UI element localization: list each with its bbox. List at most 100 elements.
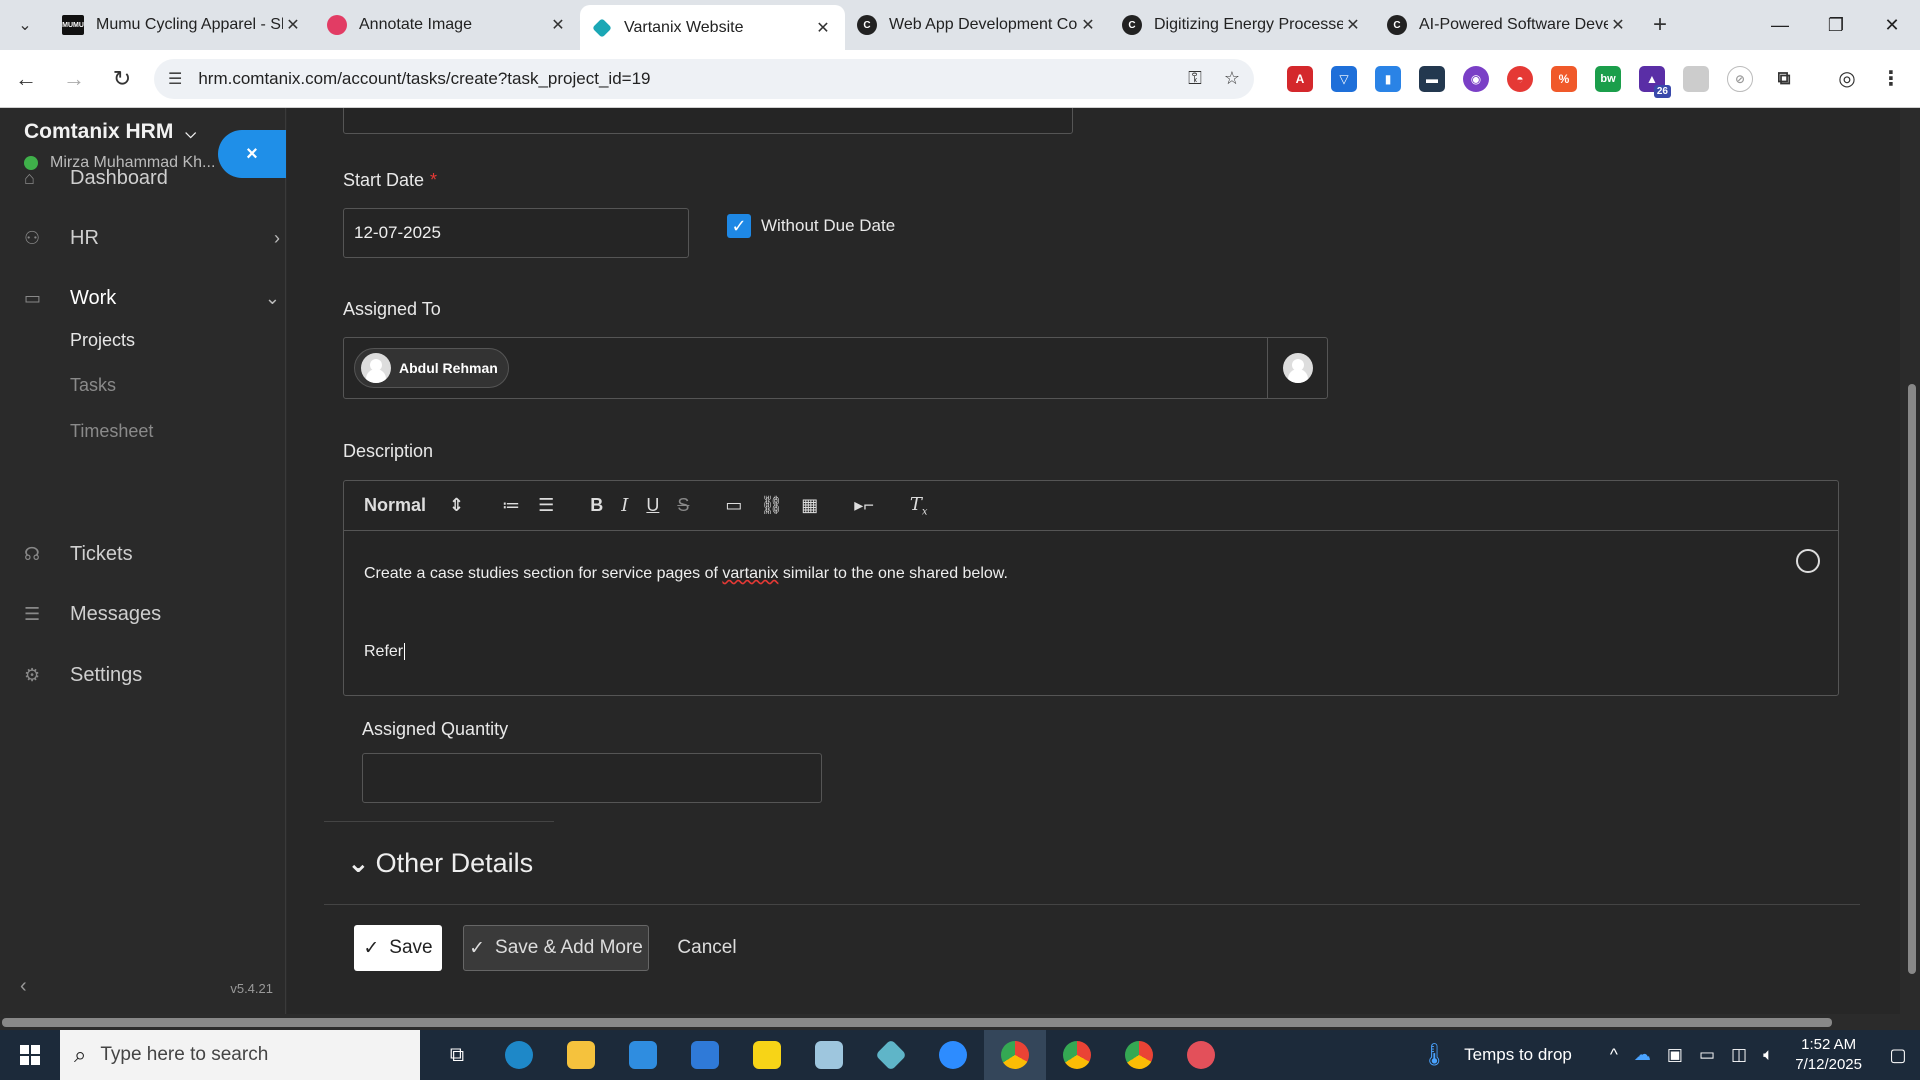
edge-icon[interactable] xyxy=(488,1030,550,1080)
browser-tab[interactable]: C AI-Powered Software Deve ✕ xyxy=(1375,5,1640,45)
task-view-icon[interactable]: ⧉ xyxy=(426,1030,488,1080)
underline-icon[interactable]: U xyxy=(646,495,659,516)
browser-tab-active[interactable]: Vartanix Website ✕ xyxy=(580,5,845,50)
without-due-date-checkbox[interactable]: ✓ xyxy=(727,214,751,238)
assigned-quantity-input[interactable] xyxy=(362,753,822,803)
store-icon[interactable] xyxy=(612,1030,674,1080)
pdf-extension-icon[interactable]: A xyxy=(1287,65,1313,92)
clock[interactable]: 1:52 AM 7/12/2025 xyxy=(1795,1035,1862,1075)
compass-extension-icon[interactable]: ⊘ xyxy=(1727,65,1753,92)
sidebar-item-dashboard[interactable]: ⌂ Dashboard xyxy=(0,166,286,190)
zoom-icon[interactable] xyxy=(922,1030,984,1080)
close-window-icon[interactable]: ✕ xyxy=(1864,0,1920,50)
brand[interactable]: Comtanix HRM ⌵ xyxy=(24,120,196,144)
tab-close-icon[interactable]: ✕ xyxy=(1608,15,1628,35)
sidebar-item-tickets[interactable]: ☊ Tickets xyxy=(0,542,286,566)
bw-extension-icon[interactable]: bw xyxy=(1595,65,1621,92)
browser-tab[interactable]: MUMU Mumu Cycling Apparel - Sl ✕ xyxy=(50,5,315,45)
sidebar-item-messages[interactable]: ☰ Messages xyxy=(0,602,286,626)
restore-icon[interactable]: ❐ xyxy=(1808,0,1864,50)
url-text[interactable]: hrm.comtanix.com/account/tasks/create?ta… xyxy=(198,69,1166,89)
bookmark-star-icon[interactable]: ☆ xyxy=(1224,68,1240,89)
volume-icon[interactable]: 🔈︎ xyxy=(1763,1045,1773,1065)
minimize-icon[interactable]: — xyxy=(1752,0,1808,50)
forward-icon[interactable]: → xyxy=(52,57,96,101)
percent-extension-icon[interactable]: % xyxy=(1551,65,1577,92)
file-explorer-icon[interactable] xyxy=(550,1030,612,1080)
collapse-sidebar-icon[interactable]: ‹ xyxy=(20,975,27,998)
chevron-up-icon[interactable]: ^ xyxy=(1610,1045,1618,1065)
scroll-thumb[interactable] xyxy=(1908,384,1916,974)
weather-text[interactable]: Temps to drop xyxy=(1464,1045,1572,1065)
puzzle-icon[interactable]: ⧉ xyxy=(1771,65,1797,92)
previous-field[interactable] xyxy=(343,108,1073,134)
taskbar-search[interactable]: ⌕ Type here to search xyxy=(60,1030,420,1080)
link-icon[interactable]: ⛓ xyxy=(760,495,783,516)
site-info-icon[interactable]: ☰ xyxy=(168,69,182,89)
sticky-notes-icon[interactable] xyxy=(736,1030,798,1080)
meet-now-icon[interactable]: ▣ xyxy=(1667,1045,1683,1065)
table-icon[interactable]: ▦ xyxy=(801,495,818,516)
menu-icon[interactable]: ⋮ xyxy=(1878,65,1904,92)
color-extension-icon[interactable]: ◉ xyxy=(1463,65,1489,92)
chrome-profile-icon[interactable] xyxy=(1108,1030,1170,1080)
tab-search-icon[interactable]: ⌄ xyxy=(0,0,50,50)
diamond-app-icon[interactable] xyxy=(860,1030,922,1080)
strike-icon[interactable]: S xyxy=(677,495,689,516)
new-tab-icon[interactable]: + xyxy=(1640,5,1680,45)
sidebar-subitem-timesheet[interactable]: Timesheet xyxy=(70,421,153,442)
tab-close-icon[interactable]: ✕ xyxy=(548,15,568,35)
shield-extension-icon[interactable]: ▽ xyxy=(1331,65,1357,92)
reload-icon[interactable]: ↻ xyxy=(100,57,144,101)
scroll-thumb[interactable] xyxy=(2,1018,1832,1027)
tab-close-icon[interactable]: ✕ xyxy=(1343,15,1363,35)
sidebar-item-settings[interactable]: ⚙ Settings xyxy=(0,663,286,687)
grey-extension-icon[interactable] xyxy=(1683,65,1709,92)
profile-icon[interactable]: ◎ xyxy=(1834,65,1860,92)
assignee-chip[interactable]: Abdul Rehman xyxy=(354,348,509,388)
cancel-button[interactable]: Cancel xyxy=(667,925,747,971)
sidebar-subitem-tasks[interactable]: Tasks xyxy=(70,375,116,396)
sidebar-item-hr[interactable]: ⚇ HR › xyxy=(0,226,286,250)
grad-cap-extension-icon[interactable]: ▲ 26 xyxy=(1639,65,1671,98)
folder-extension-icon[interactable]: ▬ xyxy=(1419,65,1445,92)
chrome-icon[interactable] xyxy=(984,1030,1046,1080)
tab-close-icon[interactable]: ✕ xyxy=(813,18,833,38)
save-button[interactable]: ✓ Save xyxy=(354,925,442,971)
image-icon[interactable]: ▭ xyxy=(725,495,742,516)
tab-close-icon[interactable]: ✕ xyxy=(1078,15,1098,35)
sidebar-item-work[interactable]: ▭ Work ⌄ xyxy=(0,286,286,310)
grammar-assistant-icon[interactable] xyxy=(1796,549,1820,573)
address-bar[interactable]: ☰ hrm.comtanix.com/account/tasks/create?… xyxy=(154,58,1254,99)
description-editor[interactable]: Normal ⇕ ≔ ☰ B I U S ▭ ⛓ ▦ ▸⌐ Tx Create … xyxy=(343,480,1839,696)
assigned-to-select[interactable]: Abdul Rehman xyxy=(343,337,1328,399)
network-icon[interactable]: ◫ xyxy=(1731,1045,1747,1065)
horizontal-scrollbar[interactable] xyxy=(0,1014,1920,1030)
browser-tab[interactable]: C Digitizing Energy Processe ✕ xyxy=(1110,5,1375,45)
code-icon[interactable]: ▸⌐ xyxy=(854,495,874,516)
browser-tab[interactable]: C Web App Development Co ✕ xyxy=(845,5,1110,45)
mail-icon[interactable] xyxy=(674,1030,736,1080)
notifications-icon[interactable]: ▢ xyxy=(1876,1045,1920,1066)
password-key-icon[interactable]: ⚿ xyxy=(1188,68,1202,89)
bullet-list-icon[interactable]: ☰ xyxy=(538,495,554,516)
other-details-toggle[interactable]: ⌄ Other Details xyxy=(347,848,533,879)
tab-close-icon[interactable]: ✕ xyxy=(283,15,303,35)
onedrive-icon[interactable]: ☁ xyxy=(1634,1045,1651,1065)
doc-extension-icon[interactable]: ▮ xyxy=(1375,65,1401,92)
italic-icon[interactable]: I xyxy=(621,495,628,516)
start-button[interactable] xyxy=(0,1030,60,1080)
chrome-profile-icon[interactable] xyxy=(1046,1030,1108,1080)
battery-icon[interactable]: ▭ xyxy=(1699,1045,1715,1065)
notes-app-icon[interactable] xyxy=(798,1030,860,1080)
ordered-list-icon[interactable]: ≔ xyxy=(502,495,520,516)
save-add-more-button[interactable]: ✓ Save & Add More xyxy=(463,925,649,971)
assignee-avatar-button[interactable] xyxy=(1267,338,1327,398)
pokeball-extension-icon[interactable]: ◓ xyxy=(1507,65,1533,92)
vertical-scrollbar[interactable] xyxy=(1900,108,1920,1014)
format-select[interactable]: Normal ⇕ xyxy=(364,495,464,516)
browser-tab[interactable]: Annotate Image ✕ xyxy=(315,5,580,45)
sidebar-subitem-projects[interactable]: Projects xyxy=(70,330,135,351)
back-icon[interactable]: ← xyxy=(4,57,48,101)
bold-icon[interactable]: B xyxy=(590,495,603,516)
